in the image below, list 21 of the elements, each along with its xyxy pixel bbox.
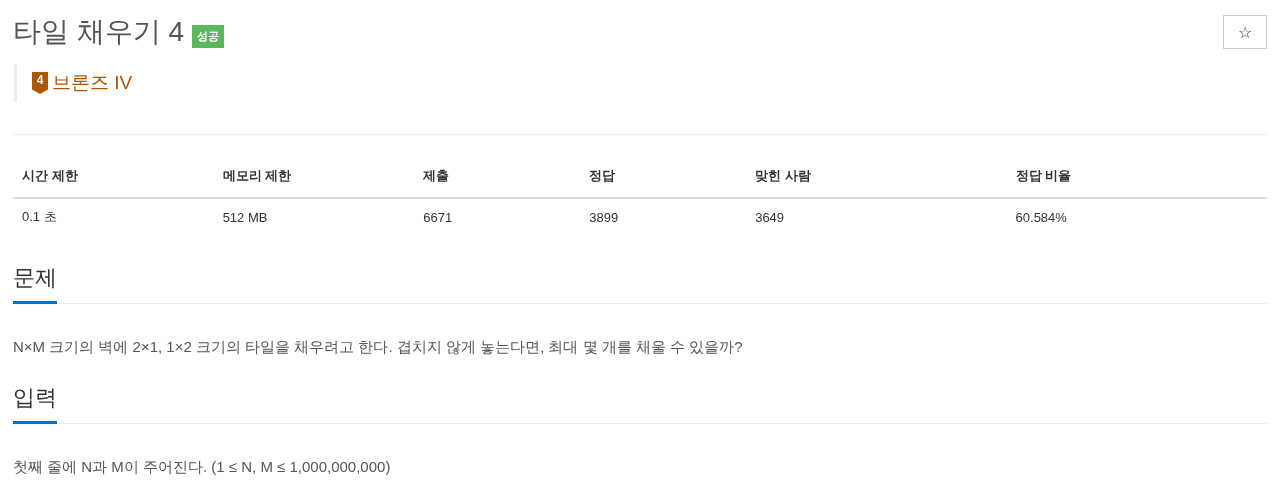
section-heading: 문제: [13, 263, 57, 304]
column-header: 시간 제한: [13, 155, 214, 198]
table-cell: 512 MB: [213, 198, 415, 235]
table-cell: 3899: [580, 198, 747, 235]
table-cell: 3649: [746, 198, 1007, 235]
tier-label[interactable]: 브론즈 IV: [52, 70, 133, 96]
table-cell: 6671: [414, 198, 581, 235]
column-header: 메모리 제한: [213, 155, 415, 198]
section-heading: 입력: [13, 383, 57, 424]
tier-icon: 4: [32, 72, 48, 94]
column-header: 맞힌 사람: [746, 155, 1007, 198]
section-text: 첫째 줄에 N과 M이 주어진다. (1 ≤ N, M ≤ 1,000,000,000): [13, 458, 392, 477]
success-badge: 성공: [192, 24, 225, 48]
table-cell: 60.584%: [1006, 198, 1267, 235]
column-header: 정답 비율: [1006, 155, 1267, 198]
column-header: 정답: [580, 155, 747, 198]
star-button[interactable]: ☆: [1223, 15, 1267, 49]
table-cell: 0.1 초: [13, 198, 214, 235]
section-text: N×M 크기의 벽에 2×1, 1×2 크기의 타일을 채우려고 한다. 겹치지 않게 놓는다면, 최대 몇 개를 채울 수 있을까?: [13, 338, 744, 357]
problem-title: 타일 채우기 4: [13, 15, 185, 49]
column-header: 제출: [414, 155, 581, 198]
